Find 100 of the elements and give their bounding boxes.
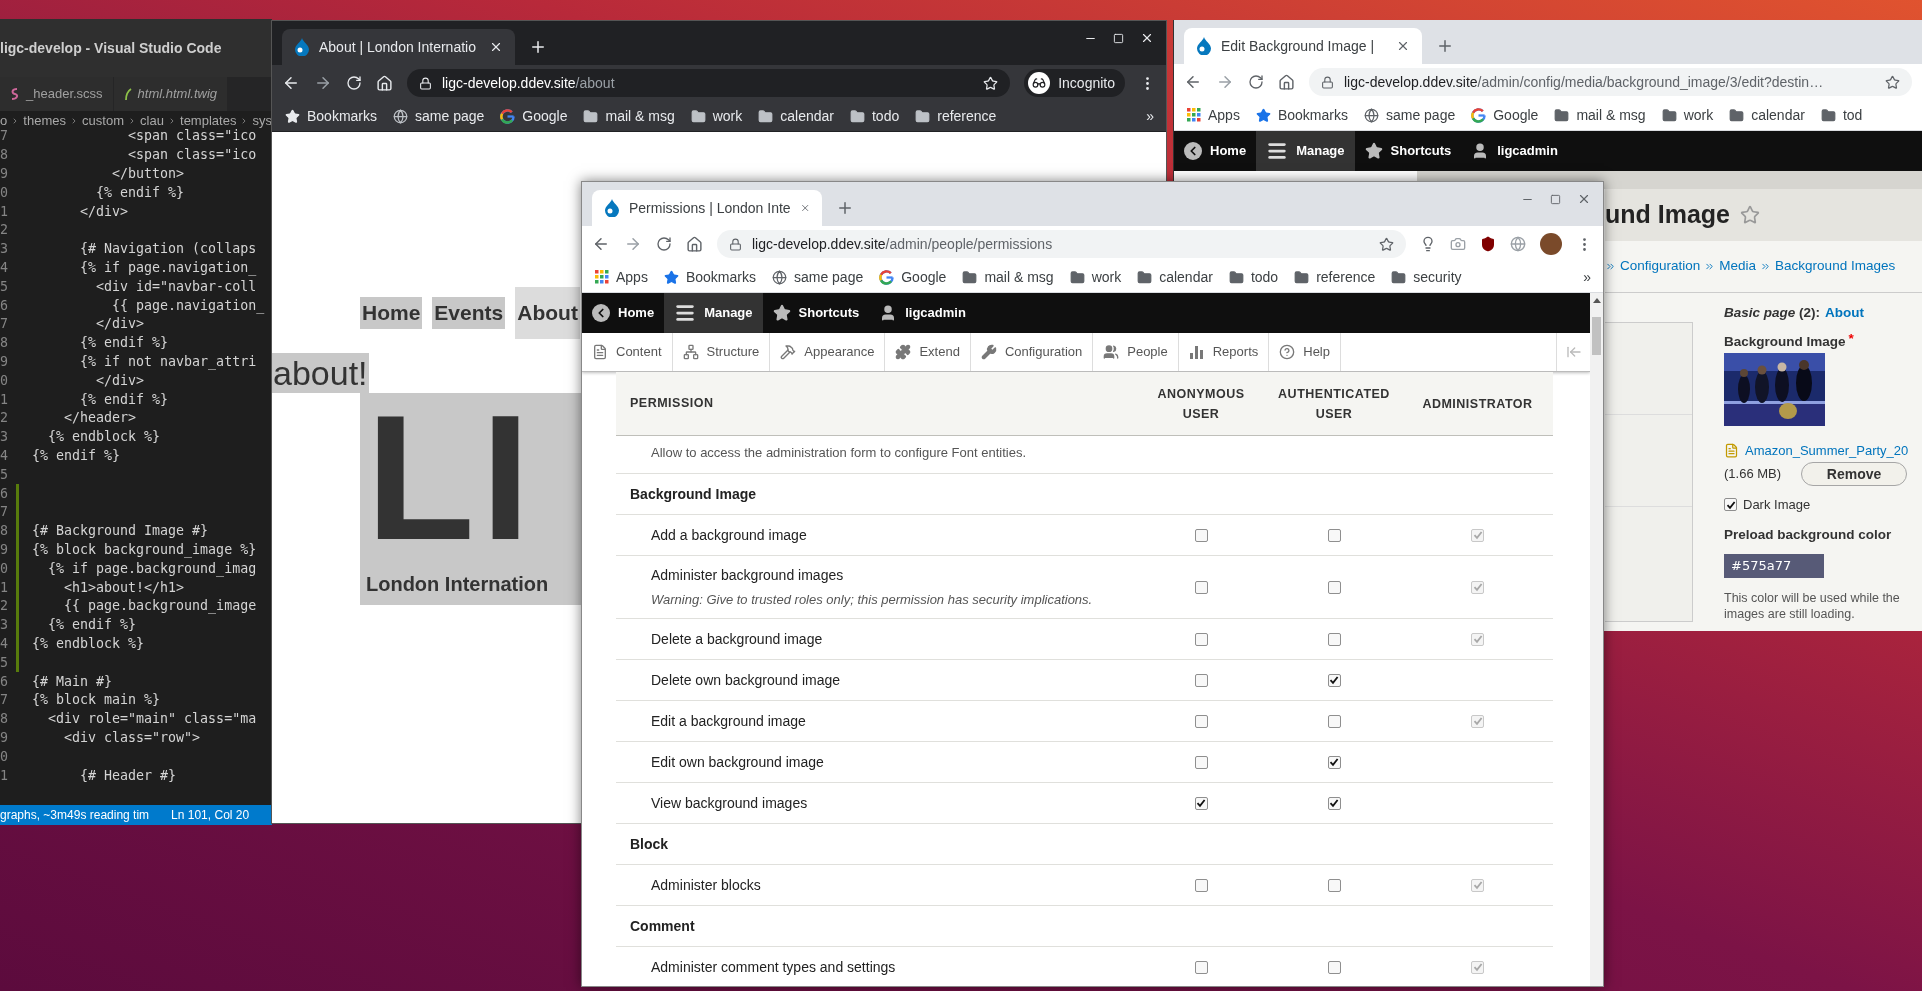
lightbulb-icon[interactable] — [1420, 236, 1436, 252]
breadcrumb-link[interactable]: Background Images — [1775, 256, 1896, 277]
bookmark[interactable]: Apps — [588, 266, 655, 288]
breadcrumb-item[interactable]: sys — [252, 111, 272, 131]
nav-link[interactable]: About — [515, 287, 580, 339]
checkbox[interactable] — [1327, 878, 1341, 892]
bookmark[interactable]: todo — [842, 105, 907, 127]
bookmark[interactable]: work — [1654, 104, 1721, 126]
forward-icon[interactable] — [314, 74, 332, 92]
editor-tab[interactable]: html.html.twig — [113, 77, 229, 111]
back-icon[interactable] — [282, 74, 300, 92]
bookmark[interactable]: calendar — [1130, 266, 1220, 288]
tray-link[interactable]: Help — [1269, 333, 1341, 371]
bookmark[interactable]: reference — [1287, 266, 1383, 288]
back-icon[interactable] — [1184, 73, 1202, 91]
checkbox[interactable] — [1194, 528, 1208, 542]
toolbar-tab[interactable]: ligcadmin — [869, 293, 976, 333]
toolbar-tab[interactable]: Manage — [1256, 131, 1355, 171]
bookmark-star-icon[interactable] — [1379, 236, 1394, 252]
bookmark-star-icon[interactable] — [1885, 74, 1900, 90]
close-tab-icon[interactable] — [1396, 39, 1410, 53]
checkbox[interactable] — [1194, 796, 1208, 810]
checkbox[interactable] — [1327, 632, 1341, 646]
new-tab-icon[interactable] — [529, 38, 547, 56]
bookmark[interactable]: tod — [1813, 104, 1870, 126]
bookmark[interactable]: Bookmarks — [656, 266, 763, 288]
checkbox[interactable] — [1327, 796, 1341, 810]
scrollbar-thumb[interactable] — [1592, 317, 1601, 355]
toolbar-tab[interactable]: Home — [1174, 131, 1257, 171]
bookmark[interactable]: same page — [386, 105, 492, 127]
checkbox[interactable] — [1194, 878, 1208, 892]
globe-blocked-icon[interactable] — [1510, 236, 1526, 252]
more-bookmarks[interactable]: » — [1140, 105, 1160, 127]
shield-icon[interactable] — [1480, 236, 1496, 252]
scrollbar-track[interactable] — [1590, 293, 1603, 986]
toolbar-tab[interactable]: Home — [582, 293, 665, 333]
checkbox[interactable] — [1194, 632, 1208, 646]
bookmark[interactable]: mail & msg — [955, 266, 1061, 288]
bookmark[interactable]: same page — [1356, 104, 1463, 126]
bookmark[interactable]: reference — [908, 105, 1004, 127]
tray-link[interactable]: People — [1093, 333, 1179, 371]
bookmark[interactable]: Bookmarks — [1248, 104, 1355, 126]
toolbar-tab[interactable]: ligcadmin — [1461, 131, 1568, 171]
tray-link[interactable]: Extend — [885, 333, 971, 371]
browser-tab[interactable]: Permissions | London Inte — [592, 190, 822, 226]
bookmark[interactable]: Apps — [1180, 104, 1247, 126]
checkbox[interactable] — [1327, 528, 1341, 542]
tray-link[interactable]: Structure — [672, 333, 771, 371]
checkbox[interactable] — [1327, 714, 1341, 728]
home-icon[interactable] — [686, 235, 703, 253]
toolbar-tab[interactable]: Shortcuts — [1354, 131, 1462, 171]
checkbox[interactable] — [1327, 580, 1341, 594]
bookmark[interactable]: Google — [1464, 104, 1546, 126]
toolbar-tab[interactable]: Manage — [664, 293, 763, 333]
tray-link[interactable]: Appearance — [770, 333, 886, 371]
checkbox[interactable] — [1194, 673, 1208, 687]
bookmark[interactable]: calendar — [751, 105, 841, 127]
bookmark[interactable]: work — [1062, 266, 1129, 288]
close-icon[interactable] — [1140, 31, 1154, 45]
checkbox[interactable] — [1327, 673, 1341, 687]
breadcrumb-item[interactable]: clau — [140, 111, 164, 131]
bookmark[interactable]: calendar — [1722, 104, 1812, 126]
back-icon[interactable] — [592, 235, 610, 253]
bookmark[interactable]: mail & msg — [1547, 104, 1653, 126]
breadcrumb-link[interactable]: Media — [1719, 256, 1757, 277]
address-bar[interactable]: ligc-develop.ddev.site/admin/people/permissions — [717, 230, 1406, 258]
bookmark[interactable]: security — [1384, 266, 1469, 288]
bookmark[interactable]: mail & msg — [576, 105, 682, 127]
more-bookmarks[interactable]: » — [1577, 266, 1597, 288]
address-bar[interactable]: ligc-develop.ddev.site/admin/config/media/background_image/3/edit?destin… — [1309, 68, 1912, 96]
tray-link[interactable]: Content — [582, 333, 673, 371]
bookmark[interactable]: same page — [764, 266, 871, 288]
remove-button[interactable]: Remove — [1801, 462, 1908, 486]
toolbar-tab[interactable]: Shortcuts — [762, 293, 870, 333]
checkbox[interactable] — [1194, 755, 1208, 769]
browser-tab[interactable]: About | London Internatio — [282, 29, 515, 65]
editor-tab[interactable]: _header.scss — [0, 77, 114, 111]
tray-link[interactable]: Configuration — [970, 333, 1094, 371]
forward-icon[interactable] — [1216, 73, 1234, 91]
close-tab-icon[interactable] — [489, 40, 503, 54]
browser-tab[interactable]: Edit Background Image | — [1184, 28, 1422, 64]
scroll-up-icon[interactable] — [1592, 298, 1601, 303]
checkbox[interactable] — [1327, 755, 1341, 769]
breadcrumb-item[interactable]: themes — [23, 111, 66, 131]
incognito-badge[interactable]: Incognito — [1024, 69, 1125, 97]
star-icon[interactable] — [1740, 205, 1760, 225]
page-link[interactable]: About — [1825, 303, 1865, 324]
file-link[interactable]: Amazon_Summer_Party_20 — [1745, 440, 1909, 460]
bookmark[interactable]: work — [683, 105, 750, 127]
breadcrumb-item[interactable]: custom — [82, 111, 124, 131]
cursor-position[interactable]: Ln 101, Col 20 — [171, 806, 250, 824]
nav-link[interactable]: Events — [432, 297, 506, 329]
reload-icon[interactable] — [656, 236, 672, 252]
avatar[interactable] — [1540, 233, 1562, 255]
tray-link[interactable]: Reports — [1178, 333, 1270, 371]
breadcrumb-link[interactable]: Configuration — [1620, 256, 1701, 277]
checkbox[interactable] — [1327, 960, 1341, 974]
bookmark[interactable]: todo — [1221, 266, 1286, 288]
address-bar[interactable]: ligc-develop.ddev.site/about — [407, 69, 1011, 97]
camera-icon[interactable] — [1450, 236, 1466, 252]
